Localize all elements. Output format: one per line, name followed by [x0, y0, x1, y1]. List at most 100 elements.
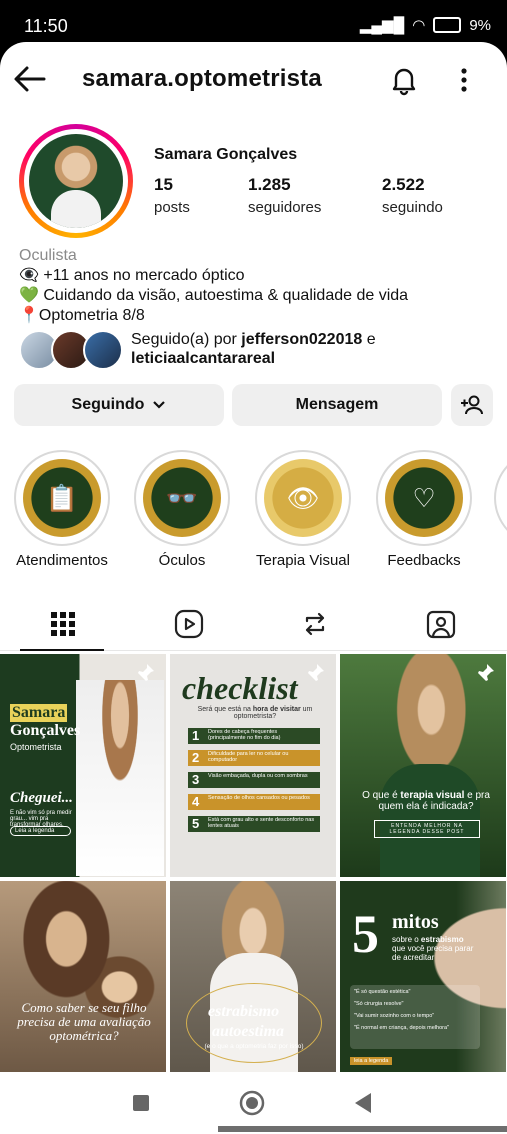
pin-icon: [306, 664, 324, 683]
mutual-user-link[interactable]: jefferson022018: [241, 331, 362, 348]
highlight-terapia-visual[interactable]: 👁 Terapia Visual: [253, 450, 353, 569]
profile-category: Oculista: [19, 247, 77, 264]
profile-tabs: [0, 598, 507, 651]
posts-stat[interactable]: 15 posts: [154, 175, 190, 216]
pin-icon: [476, 664, 494, 683]
post-text: 1: [192, 728, 200, 743]
back-arrow-icon[interactable]: [12, 64, 48, 94]
post-text-part: hora de visitar: [252, 706, 301, 713]
highlight-partial[interactable]: [494, 450, 507, 546]
post-text: Cheguei...: [10, 790, 73, 806]
following-stat[interactable]: 2.522 seguindo: [382, 175, 443, 216]
home-icon[interactable]: [239, 1090, 265, 1116]
story-highlights: 📋 Atendimentos 👓 Óculos 👁 Terapia Visual…: [0, 450, 507, 580]
post-text-part: sobre o: [392, 935, 421, 944]
tagged-icon: [426, 610, 456, 639]
post-text: "É normal em criança, depois melhora": [354, 1025, 450, 1031]
post-text: "Vai sumir sozinho com o tempo": [354, 1013, 435, 1019]
bio-line: 💚 Cuidando da visão, autoestima & qualid…: [19, 287, 409, 304]
following-button-label: Seguindo: [71, 396, 145, 413]
post-text: Está com grau alto e sente desconforto n…: [208, 817, 315, 829]
followed-by-and: e: [362, 331, 376, 348]
heart-eye-icon: ♡: [385, 459, 463, 537]
followed-by-prefix: Seguido(a) por: [131, 331, 242, 348]
post-text-part: Será que está na: [197, 706, 253, 713]
post-thumbnail[interactable]: estrabismo autoestima (e o que a optomet…: [170, 881, 336, 1074]
eye-icon: 👁: [264, 459, 342, 537]
glasses-icon: 👓: [143, 459, 221, 537]
followed-by-text: Seguido(a) por jefferson022018 e leticia…: [131, 330, 376, 368]
repost-icon: [305, 612, 325, 636]
post-text: Sensação de olhos cansados ou pesados: [208, 795, 310, 801]
highlight-label: Óculos: [158, 552, 206, 569]
followers-stat[interactable]: 1.285 seguidores: [248, 175, 321, 216]
following-label: seguindo: [382, 199, 443, 216]
pin-icon: [136, 664, 154, 683]
followers-label: seguidores: [248, 199, 322, 216]
post-text: estrabismo: [208, 1003, 280, 1020]
followed-by[interactable]: Seguido(a) por jefferson022018 e leticia…: [19, 326, 499, 370]
post-text: Como saber se seu filho precisa de uma a…: [17, 1000, 151, 1043]
add-user-icon: [461, 395, 483, 415]
post-text: Dificuldade para ler no celular ou compu…: [208, 751, 289, 763]
post-thumbnail[interactable]: Samara Gonçalves Optometrista Cheguei...…: [0, 654, 166, 877]
battery-percent: 9%: [469, 16, 491, 34]
post-text: checklist: [182, 670, 298, 706]
tab-posts-grid[interactable]: [0, 598, 126, 651]
post-thumbnail[interactable]: checklist Será que está na hora de visit…: [170, 654, 336, 877]
profile-bio: Oculista 👁‍🗨 +11 anos no mercado óptico …: [19, 246, 408, 326]
bell-icon[interactable]: [388, 64, 420, 96]
back-nav-icon[interactable]: [353, 1092, 373, 1114]
highlight-atendimentos[interactable]: 📋 Atendimentos: [12, 450, 112, 569]
mutual-user-link[interactable]: leticiaalcantarareal: [131, 350, 275, 367]
following-button[interactable]: Seguindo: [14, 384, 224, 426]
bio-line: 👁‍🗨 +11 anos no mercado óptico: [19, 267, 245, 284]
post-thumbnail[interactable]: O que é terapia visual e pra quem ela é …: [340, 654, 506, 877]
status-icons: ▂▄▆█ ◠ 9%: [359, 16, 491, 35]
highlight-label: Terapia Visual: [256, 552, 350, 569]
post-text: sobre o estrabismo que você precisa para…: [392, 935, 476, 962]
post-text: 4: [192, 794, 200, 809]
post-text: "Só cirurgia resolve": [354, 1001, 404, 1007]
recents-icon[interactable]: [132, 1094, 150, 1112]
post-text-part: estrabismo: [420, 935, 464, 944]
mutual-avatars: [19, 330, 123, 370]
posts-label: posts: [154, 199, 190, 216]
tab-reposts[interactable]: [252, 598, 378, 650]
avatar: [83, 330, 123, 370]
signal-icon: ▂▄▆█: [359, 17, 405, 34]
post-thumbnail[interactable]: 5 mitos sobre o estrabismo que você prec…: [340, 881, 506, 1074]
posts-grid: Samara Gonçalves Optometrista Cheguei...…: [0, 654, 507, 1074]
message-button[interactable]: Mensagem: [232, 384, 442, 426]
status-time: 11:50: [24, 16, 68, 36]
post-text: "É só questão estética": [354, 989, 411, 995]
post-text: Samara: [10, 704, 68, 722]
gesture-bar: [218, 1126, 507, 1132]
highlight-label: Feedbacks: [387, 552, 461, 569]
more-options-icon[interactable]: [452, 64, 476, 96]
post-text-part: que você precisa parar de acreditar: [392, 944, 474, 962]
profile-full-name: Samara Gonçalves: [154, 146, 298, 163]
post-text: autoestima: [212, 1023, 285, 1040]
suggested-users-button[interactable]: [451, 384, 493, 426]
profile-avatar[interactable]: [19, 124, 133, 238]
system-nav-bar: [0, 1072, 507, 1134]
profile-screen: samara.optometrista Samara Gonçalves 15 …: [0, 42, 507, 1134]
post-text: Dores de cabeça frequentes (principalmen…: [208, 729, 281, 741]
post-text: mitos: [392, 911, 439, 933]
post-text: 5: [352, 904, 379, 964]
post-text: 3: [192, 772, 200, 787]
grid-icon: [51, 612, 75, 636]
tab-tagged[interactable]: [378, 598, 504, 650]
bio-line: 📍Optometria 8/8: [19, 307, 145, 324]
post-text: Optometrista: [10, 742, 62, 752]
post-text: O que é terapia visual e pra quem ela é …: [356, 790, 496, 812]
post-text: Gonçalves: [10, 722, 81, 739]
highlight-oculos[interactable]: 👓 Óculos: [132, 450, 232, 569]
tab-reels[interactable]: [126, 598, 252, 650]
clipboard-icon: 📋: [23, 459, 101, 537]
post-text: leia a legenda: [350, 1057, 393, 1065]
post-text: Leia a legenda: [10, 826, 72, 836]
highlight-feedbacks[interactable]: ♡ Feedbacks: [374, 450, 474, 569]
post-thumbnail[interactable]: Como saber se seu filho precisa de uma a…: [0, 881, 166, 1074]
